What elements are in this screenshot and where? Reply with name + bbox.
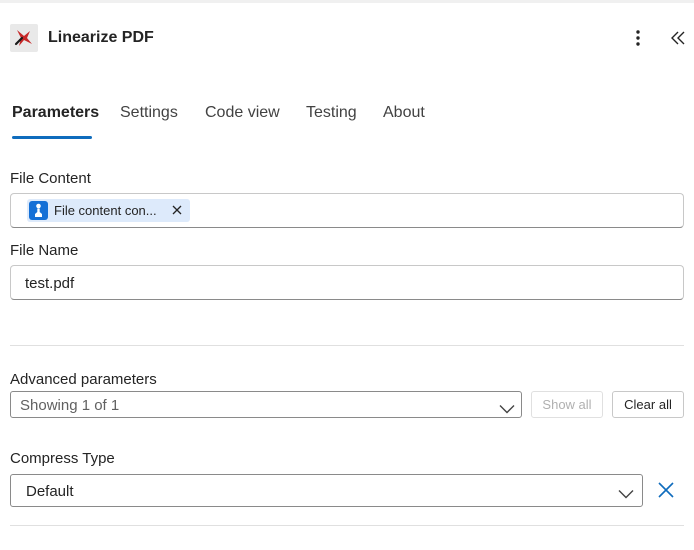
show-all-button[interactable]: Show all bbox=[531, 391, 603, 418]
file-name-label: File Name bbox=[10, 242, 79, 259]
tab-code-view[interactable]: Code view bbox=[205, 104, 280, 122]
double-chevron-left-icon[interactable] bbox=[668, 26, 688, 50]
active-tab-indicator bbox=[12, 136, 92, 139]
advanced-parameters-select[interactable]: Showing 1 of 1 bbox=[10, 391, 522, 418]
compress-type-value: Default bbox=[26, 483, 74, 500]
section-divider bbox=[10, 345, 684, 346]
compress-type-select[interactable]: Default bbox=[10, 474, 643, 507]
chevron-down-icon bbox=[499, 401, 515, 414]
advanced-parameters-label: Advanced parameters bbox=[10, 371, 157, 388]
clear-all-button[interactable]: Clear all bbox=[612, 391, 684, 418]
file-content-field[interactable]: File content con... bbox=[10, 193, 684, 228]
file-name-input[interactable]: test.pdf bbox=[10, 265, 684, 300]
advanced-parameters-value: Showing 1 of 1 bbox=[20, 397, 120, 414]
more-vertical-icon[interactable] bbox=[630, 26, 646, 50]
dynamic-content-token[interactable]: File content con... bbox=[27, 199, 190, 222]
top-border bbox=[0, 0, 694, 3]
tab-settings[interactable]: Settings bbox=[120, 104, 178, 122]
dynamic-content-icon bbox=[29, 201, 48, 220]
file-content-label: File Content bbox=[10, 170, 91, 187]
token-label: File content con... bbox=[54, 203, 157, 218]
section-divider-bottom bbox=[10, 525, 684, 526]
tab-parameters[interactable]: Parameters bbox=[12, 104, 99, 122]
tab-about[interactable]: About bbox=[383, 104, 425, 122]
panel-header: Linearize PDF bbox=[10, 24, 694, 54]
remove-parameter-icon[interactable] bbox=[656, 480, 676, 500]
file-name-value: test.pdf bbox=[25, 275, 75, 292]
compress-type-label: Compress Type bbox=[10, 450, 115, 467]
chevron-down-icon bbox=[618, 486, 634, 499]
page-title: Linearize PDF bbox=[48, 29, 154, 46]
tab-testing[interactable]: Testing bbox=[306, 104, 357, 122]
linearize-pdf-app-icon bbox=[10, 24, 38, 52]
remove-token-icon[interactable] bbox=[170, 203, 184, 217]
